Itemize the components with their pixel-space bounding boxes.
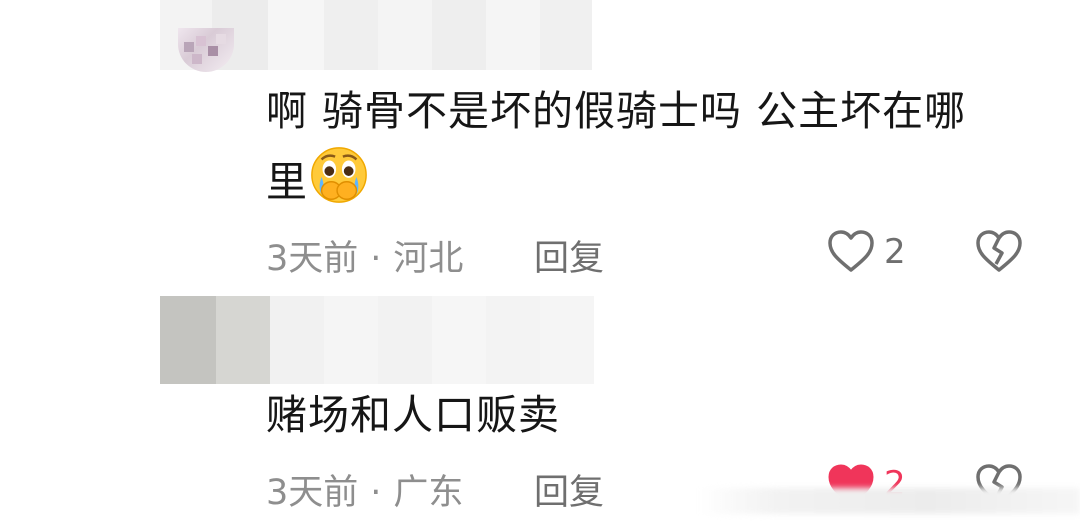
comment-list: 啊 骑骨不是坏的假骑士吗 公主坏在哪 里 3天前 · 河北 回复 2 赌场和人口… xyxy=(0,0,1080,528)
crying-face-emoji-icon xyxy=(311,147,367,203)
comment-time: 3天前 xyxy=(266,239,359,279)
reply-button[interactable]: 回复 xyxy=(534,464,604,515)
username-censored xyxy=(160,296,594,384)
meta-separator: · xyxy=(370,473,382,513)
comment-text: 啊 骑骨不是坏的假骑士吗 公主坏在哪 里 xyxy=(266,87,967,206)
comment-time: 3天前 xyxy=(266,473,359,513)
like-count: 2 xyxy=(884,232,906,272)
like-heart-icon[interactable] xyxy=(826,228,876,274)
comment-location: 河北 xyxy=(393,239,464,279)
dislike-broken-heart-icon[interactable] xyxy=(974,228,1024,274)
comment-location: 广东 xyxy=(393,473,464,513)
reply-button[interactable]: 回复 xyxy=(534,230,604,281)
comment-meta: 3天前 · 河北 xyxy=(266,230,463,281)
comment-meta: 3天前 · 广东 xyxy=(266,464,463,515)
meta-separator: · xyxy=(370,239,382,279)
blurred-overlay xyxy=(700,488,1080,514)
comment-text: 赌场和人口贩卖 xyxy=(266,391,560,439)
